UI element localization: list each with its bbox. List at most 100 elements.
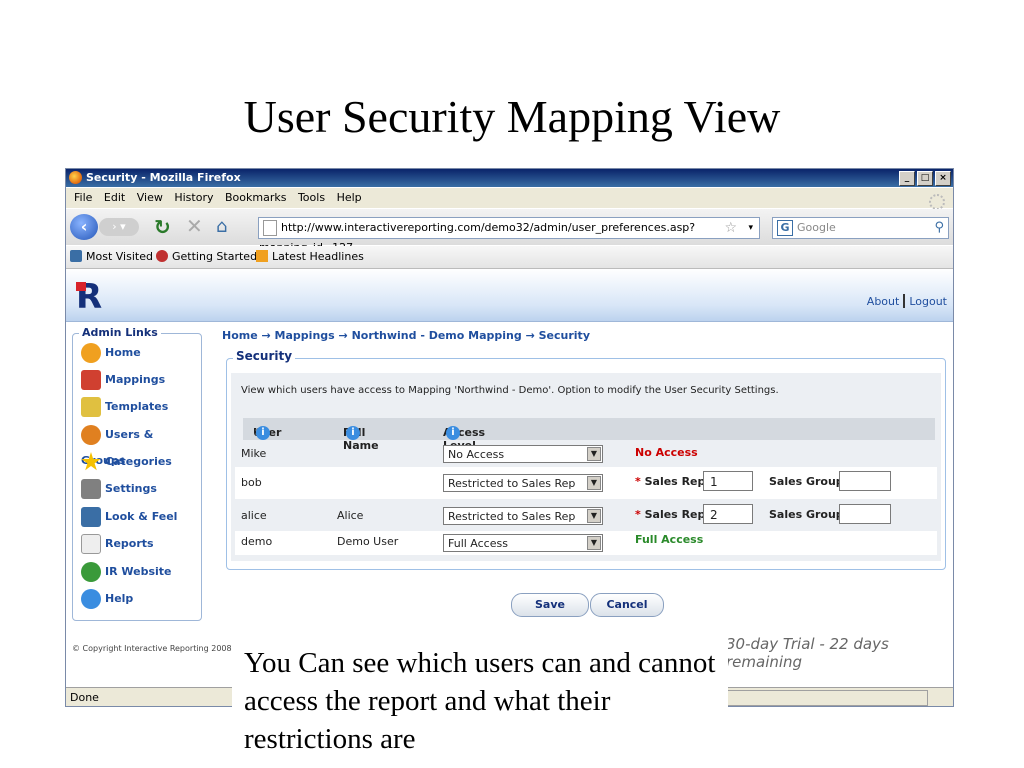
about-link[interactable]: About [867,295,900,308]
page-icon [263,220,277,236]
sidebar-item-settings[interactable]: Settings [81,476,157,502]
minimize-button[interactable]: _ [899,171,915,186]
user-name: bob [241,476,262,489]
access-status: Full Access [635,533,704,546]
home-icon[interactable]: ⌂ [216,216,227,237]
reports-icon [81,534,101,554]
monitor-icon [81,507,101,527]
menu-bar: File Edit View History Bookmarks Tools H… [66,188,953,210]
bookmark-getting-started[interactable]: Getting Started [156,250,257,263]
access-level-select[interactable]: Restricted to Sales Rep ▼ [443,507,603,525]
slide-caption: You Can see which users can and cannot a… [232,640,728,766]
info-icon[interactable]: i [446,426,460,440]
admin-links-panel: Admin Links Home Mappings Templates User… [72,326,202,621]
sidebar-item-look-feel[interactable]: Look & Feel [81,504,177,530]
reload-icon[interactable]: ↻ [154,215,171,239]
access-level-select[interactable]: Restricted to Sales Rep ▼ [443,474,603,492]
url-dropdown-icon[interactable]: ▾ [748,218,753,238]
bookmark-most-visited[interactable]: Most Visited [70,250,153,263]
menu-bookmarks[interactable]: Bookmarks [225,191,286,204]
throbber-icon [929,194,945,210]
bookmarks-toolbar: Most Visited Getting Started Latest Head… [66,246,953,269]
sidebar-item-mappings[interactable]: Mappings [81,367,165,393]
access-level-select[interactable]: Full Access ▼ [443,534,603,552]
cancel-button[interactable]: Cancel [590,593,664,617]
user-icon [81,343,101,363]
sales-rep-input[interactable]: 1 [703,471,753,491]
table-row: alice Alice Restricted to Sales Rep ▼ * S… [235,499,937,531]
forward-button[interactable]: › ▾ [99,218,139,236]
menu-history[interactable]: History [174,191,213,204]
user-name: Mike [241,447,267,460]
back-button[interactable]: ‹ [70,214,98,240]
sales-rep-label: * Sales Rep [635,508,706,521]
browser-window: Security - Mozilla Firefox _ □ × File Ed… [65,168,954,707]
copyright-text: © Copyright Interactive Reporting 2008 [72,644,232,653]
sales-group-input[interactable] [839,504,891,524]
dropdown-arrow-icon: ▼ [587,536,601,550]
search-icon[interactable]: ⚲ [934,218,944,238]
rss-icon [256,250,268,262]
sidebar-item-help[interactable]: Help [81,586,133,612]
window-title: Security - Mozilla Firefox [86,171,241,184]
bookmark-star-icon[interactable]: ☆ [724,218,737,238]
logout-link[interactable]: Logout [909,295,947,308]
templates-icon [81,397,101,417]
menu-file[interactable]: File [74,191,92,204]
access-status: No Access [635,446,698,459]
help-icon [81,589,101,609]
url-bar[interactable]: http://www.interactivereporting.com/demo… [258,217,760,254]
search-box[interactable]: G Google ⚲ [772,217,949,239]
sales-group-label: Sales Group [769,475,844,488]
access-level-select[interactable]: No Access ▼ [443,445,603,463]
section-title: Security [233,349,296,363]
security-section: Security View which users have access to… [226,349,946,570]
menu-help[interactable]: Help [337,191,362,204]
sidebar-item-categories[interactable]: Categories [81,449,172,475]
sidebar-item-templates[interactable]: Templates [81,394,168,420]
most-visited-icon [70,250,82,262]
window-titlebar: Security - Mozilla Firefox _ □ × [66,169,953,187]
full-name: Alice [337,509,364,522]
table-row: demo Demo User Full Access ▼ Full Access [235,531,937,555]
section-description: View which users have access to Mapping … [241,385,779,396]
sidebar-item-ir-website[interactable]: IR Website [81,559,172,585]
menu-tools[interactable]: Tools [298,191,325,204]
sales-rep-input[interactable]: 2 [703,504,753,524]
breadcrumb[interactable]: Home → Mappings → Northwind - Demo Mappi… [222,329,590,342]
google-icon[interactable]: G [777,220,793,236]
table-row: bob Restricted to Sales Rep ▼ * Sales Rep… [235,467,937,499]
close-button[interactable]: × [935,171,951,186]
settings-icon [81,479,101,499]
firefox-icon [69,171,82,184]
dropdown-arrow-icon: ▼ [587,476,601,490]
sidebar-item-home[interactable]: Home [81,340,141,366]
getting-started-icon [156,250,168,262]
sidebar-item-users-groups[interactable]: Users & Groups [81,422,201,467]
user-name: demo [241,535,273,548]
trial-notice: 30-day Trial - 22 days remaining [726,635,889,671]
dropdown-arrow-icon: ▼ [587,447,601,461]
slide-title: User Security Mapping View [243,91,781,142]
sales-rep-label: * Sales Rep [635,475,706,488]
mappings-icon [81,370,101,390]
sales-group-input[interactable] [839,471,891,491]
sidebar-item-reports[interactable]: Reports [81,531,154,557]
globe-icon [81,562,101,582]
table-row: Mike No Access ▼ No Access [235,443,937,467]
table-header: User ⇕i Full Namei Access Leveli [243,418,935,452]
full-name: Demo User [337,535,399,548]
dropdown-arrow-icon: ▼ [587,509,601,523]
star-icon [81,452,101,471]
info-icon[interactable]: i [346,426,360,440]
maximize-button[interactable]: □ [917,171,933,186]
app-header: R About Logout [66,269,953,322]
save-button[interactable]: Save [511,593,589,617]
menu-edit[interactable]: Edit [104,191,125,204]
search-placeholder: Google [797,221,836,234]
info-icon[interactable]: i [256,426,270,440]
bookmark-latest-headlines[interactable]: Latest Headlines [256,250,364,263]
menu-view[interactable]: View [137,191,163,204]
stop-icon[interactable]: ✕ [186,214,203,238]
admin-links-title: Admin Links [79,326,161,339]
